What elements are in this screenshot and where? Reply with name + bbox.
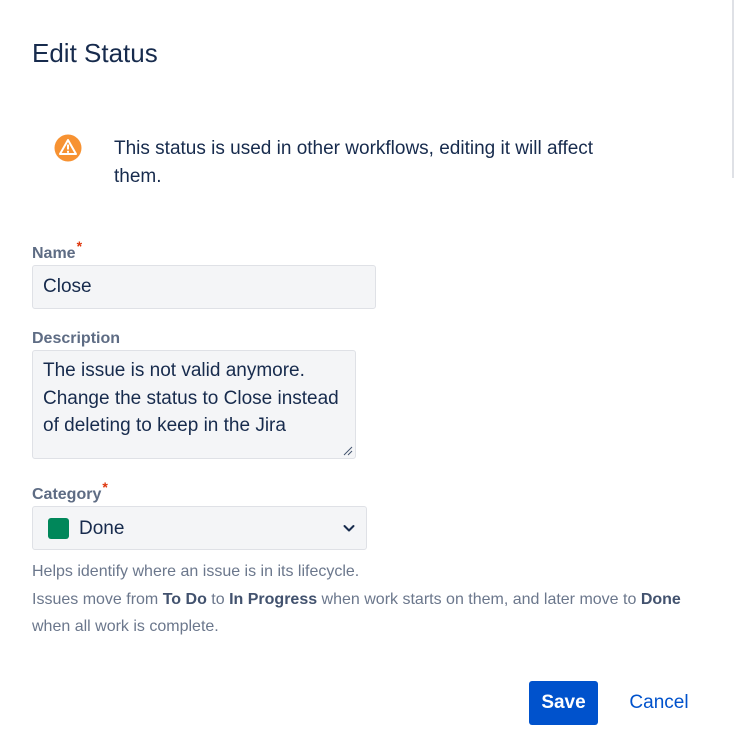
todo-label: To Do <box>162 591 207 608</box>
warning-message: This status is used in other workflows, … <box>114 138 594 187</box>
save-button[interactable]: Save <box>529 681 598 725</box>
category-select[interactable]: Done <box>32 506 367 550</box>
resize-grip-icon[interactable] <box>343 446 353 456</box>
category-color-swatch <box>48 518 69 539</box>
category-label: Category* <box>32 479 108 504</box>
category-selected-value: Done <box>79 518 125 539</box>
dialog-title: Edit Status <box>32 38 158 68</box>
category-help-line2: Issues move from To Do to In Progress wh… <box>32 590 681 610</box>
in-progress-label: In Progress <box>229 591 318 608</box>
description-text: The issue is not valid anymore. Change t… <box>43 360 339 436</box>
category-help-line1: Helps identify where an issue is in its … <box>32 563 360 580</box>
category-label-text: Category <box>32 486 102 503</box>
edit-status-dialog: Edit Status This status is used in other… <box>0 0 734 753</box>
cancel-button[interactable]: Cancel <box>618 681 700 725</box>
help-text: Issues move from <box>32 591 163 608</box>
description-label: Description <box>32 330 121 347</box>
category-help-line3: when all work is complete. <box>32 618 219 635</box>
warning-icon <box>54 134 82 162</box>
done-label: Done <box>640 591 681 608</box>
chevron-down-icon <box>343 525 355 532</box>
required-indicator: * <box>76 238 83 254</box>
help-text: to <box>206 591 230 608</box>
description-textarea[interactable]: The issue is not valid anymore. Change t… <box>32 350 356 459</box>
name-label-text: Name <box>32 245 76 262</box>
name-label: Name* <box>32 238 82 263</box>
help-text: when work starts on them, and later move… <box>317 591 641 608</box>
name-input[interactable]: Close <box>32 265 376 309</box>
required-indicator: * <box>102 479 108 495</box>
